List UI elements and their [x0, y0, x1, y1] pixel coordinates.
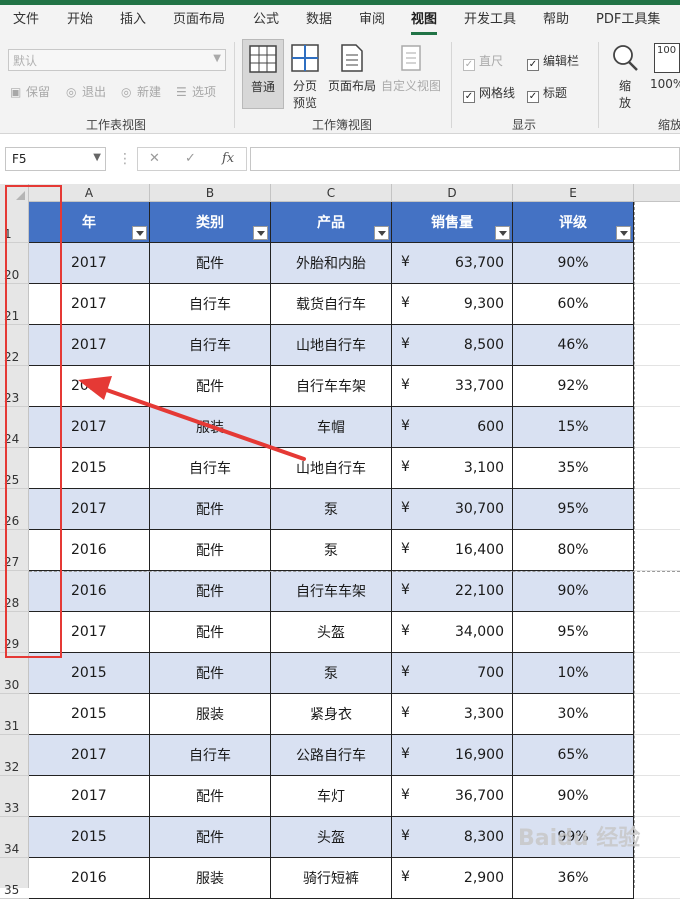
sheet-view-group-label: 工作表视图 [86, 118, 147, 132]
formula-bar-checkbox[interactable]: ✓ 编辑栏 [527, 52, 579, 71]
zoom-group-label: 缩放 [658, 118, 680, 132]
custom-views-button[interactable]: 自定义视图 [380, 39, 442, 109]
normal-view-label: 普通 [250, 80, 275, 94]
zoom-100-label: 100% [650, 77, 680, 91]
ribbon-separator [451, 42, 452, 128]
workbook-views-group-label: 工作簿视图 [312, 118, 373, 132]
ruler-label: 直尺 [479, 54, 504, 68]
eye-icon: ◎ [66, 85, 77, 99]
checkbox-checked-icon: ✓ [463, 91, 475, 103]
cancel-icon[interactable]: ✕ [149, 151, 160, 166]
tab-data[interactable]: 数据 [306, 5, 332, 36]
gridlines-checkbox[interactable]: ✓ 网格线 [463, 84, 515, 103]
zoom-button[interactable]: 缩 放 [606, 39, 644, 111]
list-icon: ☰ [176, 85, 187, 99]
eye-plus-icon: ◎ [121, 85, 132, 99]
zoom-100-icon: 100 [654, 43, 680, 73]
tab-insert[interactable]: 插入 [120, 5, 146, 36]
chevron-down-icon: ▼ [93, 152, 101, 163]
ribbon-tabs: 文件 开始 插入 页面布局 公式 数据 审阅 视图 开发工具 帮助 PDF工具集 [0, 5, 680, 36]
zoom-label-2: 放 [618, 96, 631, 110]
page-break-label-1: 分页 [292, 79, 317, 93]
keep-view-label: 保留 [26, 85, 51, 99]
headings-checkbox[interactable]: ✓ 标题 [527, 84, 567, 103]
tab-view[interactable]: 视图 [411, 5, 438, 36]
ribbon-separator [234, 42, 235, 128]
name-box[interactable]: F5 ▼ [5, 147, 106, 171]
custom-views-label: 自定义视图 [380, 79, 441, 93]
enter-icon[interactable]: ✓ [185, 151, 196, 166]
name-box-value: F5 [12, 152, 27, 166]
checkbox-checked-icon: ✓ [527, 91, 539, 103]
normal-view-button[interactable]: 普通 [242, 39, 284, 109]
zoom-100-icon-text: 100 [657, 45, 677, 56]
new-view-label: 新建 [137, 85, 162, 99]
page-break-label-2: 预览 [292, 96, 317, 110]
tab-help[interactable]: 帮助 [543, 5, 569, 36]
checkbox-checked-icon: ✓ [463, 59, 475, 71]
sheet-view-value: 默认 [13, 54, 38, 68]
exit-view-label: 退出 [82, 85, 107, 99]
ribbon-separator [598, 42, 599, 128]
tab-developer[interactable]: 开发工具 [464, 5, 516, 36]
normal-view-icon [249, 45, 277, 73]
formula-input[interactable] [250, 147, 680, 171]
formula-bar-label: 编辑栏 [543, 54, 580, 68]
page-break-icon [291, 44, 319, 72]
insert-function-icon[interactable]: fx [222, 151, 234, 166]
page-break-preview-button[interactable]: 分页 预览 [288, 39, 322, 111]
spreadsheet-grid: A B C D E 1 20 21 22 23 24 25 26 27 28 29 30 31 32 33… [0, 184, 680, 899]
show-group-label: 显示 [512, 118, 537, 132]
magnifier-icon [613, 45, 638, 71]
vertical-dots-icon: ⋮ [118, 151, 132, 167]
formula-bar: F5 ▼ ⋮ ✕ ✓ fx [0, 134, 680, 184]
page-layout-label: 页面布局 [327, 79, 376, 93]
ribbon-view: 默认 ▼ ▣ 保留 ◎ 退出 ◎ 新建 ☰ 选项 工作表视图 普通 分页 预览 [0, 36, 680, 134]
zoom-label-1: 缩 [618, 79, 631, 93]
tab-review[interactable]: 审阅 [359, 5, 385, 36]
tab-home[interactable]: 开始 [67, 5, 93, 36]
options-view-label: 选项 [192, 85, 217, 99]
headings-label: 标题 [543, 86, 568, 100]
tab-file[interactable]: 文件 [13, 5, 39, 36]
ruler-checkbox[interactable]: ✓ 直尺 [463, 52, 503, 71]
page-layout-icon [341, 44, 363, 72]
gridlines-label: 网格线 [479, 86, 516, 100]
checkbox-checked-icon: ✓ [527, 59, 539, 71]
tab-pdf-tools[interactable]: PDF工具集 [596, 5, 660, 36]
tab-formulas[interactable]: 公式 [253, 5, 279, 36]
options-view-button[interactable]: ☰ 选项 [176, 83, 216, 100]
exit-view-button[interactable]: ◎ 退出 [66, 83, 106, 100]
new-view-button[interactable]: ◎ 新建 [121, 83, 161, 100]
keep-icon: ▣ [10, 85, 22, 99]
page-layout-view-button[interactable]: 页面布局 [326, 39, 378, 109]
keep-view-button[interactable]: ▣ 保留 [10, 83, 50, 100]
chevron-down-icon: ▼ [213, 53, 221, 64]
sheet-view-select[interactable]: 默认 ▼ [8, 49, 226, 71]
annotation-arrow-icon [78, 376, 306, 461]
tab-page-layout[interactable]: 页面布局 [173, 5, 225, 36]
custom-views-icon [401, 45, 421, 71]
zoom-100-button[interactable]: 100 100% [648, 39, 680, 109]
formula-controls: ✕ ✓ fx [137, 147, 247, 171]
watermark-logo: Baidu 经验 [518, 826, 641, 851]
